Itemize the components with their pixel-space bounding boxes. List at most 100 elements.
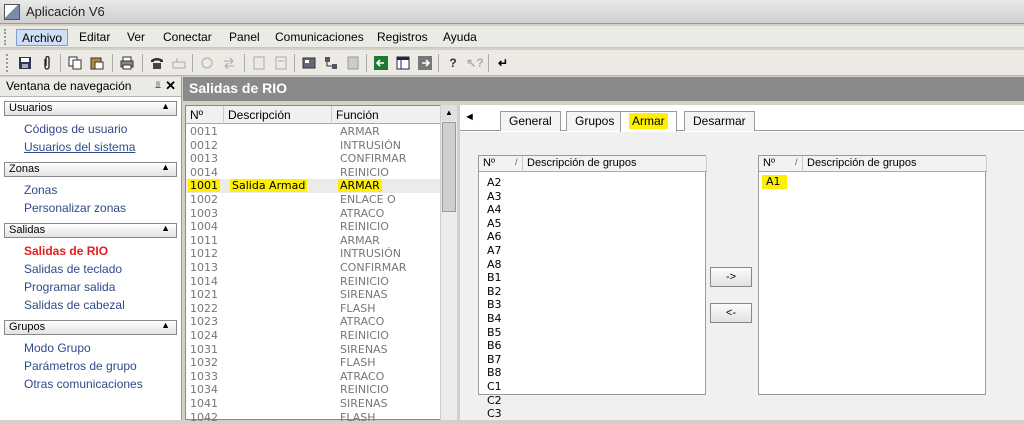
- table-row[interactable]: 1012 INTRUSIÓN: [186, 247, 442, 261]
- nav-item-salidas-cabezal[interactable]: Salidas de cabezal: [24, 296, 177, 314]
- list-item[interactable]: A1: [762, 175, 787, 189]
- nav-item-codigos-usuario[interactable]: Códigos de usuario: [24, 120, 177, 138]
- copy-icon[interactable]: [66, 54, 84, 72]
- list-item[interactable]: B4: [487, 312, 502, 326]
- close-icon[interactable]: ✕: [165, 78, 176, 94]
- nav-item-parametros-grupo[interactable]: Parámetros de grupo: [24, 357, 177, 375]
- tab-desarmar[interactable]: Desarmar: [684, 111, 755, 131]
- list-item[interactable]: A8: [487, 258, 502, 272]
- tab-armar[interactable]: Armar: [620, 111, 677, 132]
- collapse-icon[interactable]: ▲: [161, 162, 170, 172]
- table-row[interactable]: 1033 ATRACO: [186, 370, 442, 384]
- nav-item-otras-comunicaciones[interactable]: Otras comunicaciones: [24, 375, 177, 393]
- rio-outputs-table[interactable]: Nº Descripción Función 0011 ARMAR 0012 INTR…: [185, 105, 442, 424]
- table-row[interactable]: 0014 REINICIO: [186, 166, 442, 180]
- menu-conectar[interactable]: Conectar: [158, 29, 217, 46]
- tab-grupos[interactable]: Grupos: [566, 111, 624, 131]
- list-item[interactable]: B2: [487, 285, 502, 299]
- table-row[interactable]: 1004 REINICIO: [186, 220, 442, 234]
- remove-group-button[interactable]: <-: [710, 303, 752, 323]
- table-row[interactable]: 1041 SIRENAS: [186, 397, 442, 411]
- list-item[interactable]: C1: [487, 380, 502, 394]
- list-item[interactable]: B5: [487, 326, 502, 340]
- table-row[interactable]: 0013 CONFIRMAR: [186, 152, 442, 166]
- window-icon[interactable]: [394, 54, 412, 72]
- table-row[interactable]: 0012 INTRUSIÓN: [186, 139, 442, 153]
- nav-item-zonas[interactable]: Zonas: [24, 181, 177, 199]
- save-icon[interactable]: [16, 54, 34, 72]
- table-row[interactable]: 1014 REINICIO: [186, 275, 442, 289]
- menu-archivo[interactable]: Archivo: [16, 29, 69, 46]
- nav-item-programar-salida[interactable]: Programar salida: [24, 278, 177, 296]
- list-item[interactable]: B7: [487, 353, 502, 367]
- section-header-grupos[interactable]: Grupos ▲: [4, 320, 177, 335]
- pin-icon[interactable]: ⫫: [155, 80, 161, 91]
- section-header-usuarios[interactable]: Usuarios ▲: [4, 101, 177, 116]
- paste-icon[interactable]: [88, 54, 106, 72]
- collapse-icon[interactable]: ▲: [161, 223, 170, 233]
- table-row[interactable]: 1042 FLASH: [186, 411, 442, 424]
- list-item[interactable]: A3: [487, 190, 502, 204]
- list-item[interactable]: A4: [487, 203, 502, 217]
- assigned-groups-list[interactable]: Nº / Descripción de grupos A1: [758, 155, 987, 395]
- help-icon[interactable]: ?: [444, 54, 462, 72]
- section-header-salidas[interactable]: Salidas ▲: [4, 223, 177, 238]
- list-item[interactable]: A6: [487, 230, 502, 244]
- available-groups-list[interactable]: Nº / Descripción de grupos A2 A3 A4 A5 A6 A7 A…: [478, 155, 707, 420]
- column-header-funcion[interactable]: Función: [332, 106, 442, 124]
- tab-general[interactable]: General: [500, 111, 561, 131]
- arrow-right-icon[interactable]: [416, 54, 434, 72]
- config-icon[interactable]: [300, 54, 318, 72]
- vertical-scrollbar[interactable]: ▲: [440, 105, 457, 420]
- table-row[interactable]: 1032 FLASH: [186, 356, 442, 370]
- table-row[interactable]: 1002 ENLACE O: [186, 193, 442, 207]
- tab-scroll-left-icon[interactable]: ◄: [464, 111, 475, 123]
- list-item[interactable]: A5: [487, 217, 502, 231]
- phone-icon[interactable]: [148, 54, 166, 72]
- nav-item-modo-grupo[interactable]: Modo Grupo: [24, 339, 177, 357]
- scroll-thumb[interactable]: [442, 122, 456, 212]
- column-header-descripcion[interactable]: Descripción: [224, 106, 332, 124]
- list-item[interactable]: B6: [487, 339, 502, 353]
- nav-item-salidas-teclado[interactable]: Salidas de teclado: [24, 260, 177, 278]
- column-header-numero[interactable]: Nº: [186, 106, 224, 124]
- scroll-up-icon[interactable]: ▲: [441, 105, 457, 121]
- table-row[interactable]: 1023 ATRACO: [186, 315, 442, 329]
- print-icon[interactable]: [118, 54, 136, 72]
- column-header-descripcion[interactable]: Descripción de grupos: [803, 156, 987, 172]
- list-item[interactable]: B8: [487, 366, 502, 380]
- list-item[interactable]: B3: [487, 298, 502, 312]
- list-item[interactable]: C3: [487, 407, 502, 421]
- table-row[interactable]: 1021 SIRENAS: [186, 288, 442, 302]
- menu-editar[interactable]: Editar: [74, 29, 115, 46]
- table-row[interactable]: 1003 ATRACO: [186, 207, 442, 221]
- list-item[interactable]: A2: [487, 176, 502, 190]
- enter-icon[interactable]: ↵: [494, 54, 512, 72]
- menu-registros[interactable]: Registros: [372, 29, 433, 46]
- menu-panel[interactable]: Panel: [224, 29, 265, 46]
- table-row[interactable]: 1001 Salida Armad ARMAR: [186, 179, 442, 193]
- clip-icon[interactable]: [38, 54, 56, 72]
- menu-ver[interactable]: Ver: [122, 29, 150, 46]
- menu-ayuda[interactable]: Ayuda: [438, 29, 482, 46]
- menu-comunicaciones[interactable]: Comunicaciones: [270, 29, 369, 46]
- table-row[interactable]: 1024 REINICIO: [186, 329, 442, 343]
- collapse-icon[interactable]: ▲: [161, 320, 170, 330]
- table-row[interactable]: 1013 CONFIRMAR: [186, 261, 442, 275]
- collapse-icon[interactable]: ▲: [161, 101, 170, 111]
- nav-item-usuarios-sistema[interactable]: Usuarios del sistema: [24, 138, 177, 156]
- tree-icon[interactable]: [322, 54, 340, 72]
- table-row[interactable]: 1011 ARMAR: [186, 234, 442, 248]
- arrow-left-icon[interactable]: [372, 54, 390, 72]
- section-header-zonas[interactable]: Zonas ▲: [4, 162, 177, 177]
- list-item[interactable]: A7: [487, 244, 502, 258]
- nav-item-salidas-rio[interactable]: Salidas de RIO: [24, 242, 177, 260]
- nav-item-personalizar-zonas[interactable]: Personalizar zonas: [24, 199, 177, 217]
- add-group-button[interactable]: ->: [710, 267, 752, 287]
- list-item[interactable]: B1: [487, 271, 502, 285]
- table-row[interactable]: 1022 FLASH: [186, 302, 442, 316]
- table-row[interactable]: 0011 ARMAR: [186, 125, 442, 139]
- list-item[interactable]: C2: [487, 394, 502, 408]
- table-row[interactable]: 1034 REINICIO: [186, 383, 442, 397]
- column-header-descripcion[interactable]: Descripción de grupos: [523, 156, 707, 172]
